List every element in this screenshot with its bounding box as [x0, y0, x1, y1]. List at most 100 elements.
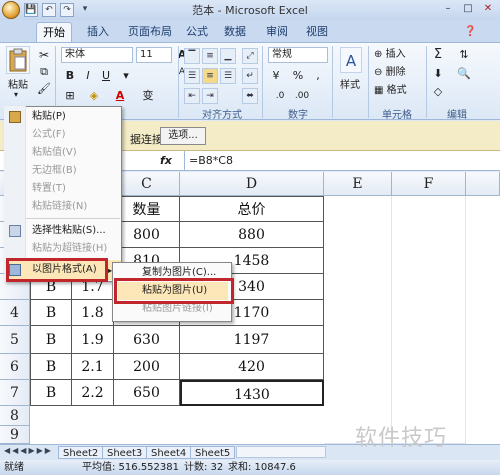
tab-data[interactable]: 数据 [220, 22, 250, 42]
row-header-5[interactable]: 5 [0, 326, 30, 354]
decrease-decimal-icon[interactable]: .00 [294, 88, 310, 104]
table-cell[interactable]: 420 [180, 354, 324, 380]
sheet-tab[interactable]: Sheet3 [102, 446, 148, 459]
format-cells-button[interactable]: ▦ 格式 [374, 84, 407, 98]
currency-button[interactable]: ¥ [268, 68, 284, 84]
table-cell[interactable]: B [30, 380, 72, 406]
number-format-combo[interactable]: 常规 [268, 47, 328, 63]
menu-item-paste-link[interactable]: 粘贴链接(N) [32, 198, 87, 216]
row-header-6[interactable]: 6 [0, 354, 30, 380]
tab-home[interactable]: 开始 [36, 22, 72, 42]
column-header-e[interactable]: E [324, 172, 392, 196]
selected-cell[interactable]: 1430 [180, 380, 324, 406]
fx-button[interactable]: fx [160, 154, 172, 167]
horizontal-scrollbar[interactable] [236, 446, 326, 458]
bold-button[interactable]: B [62, 68, 78, 84]
phonetic-button[interactable]: 变 [140, 88, 156, 104]
table-cell[interactable]: 1197 [180, 326, 324, 354]
insert-cells-button[interactable]: ⊕ 插入 [374, 48, 406, 62]
column-header-f[interactable]: F [392, 172, 466, 196]
tab-view[interactable]: 视图 [302, 22, 332, 42]
close-button[interactable]: ✕ [480, 2, 496, 16]
format-painter-icon[interactable]: 🖌 [36, 81, 52, 97]
table-cell[interactable]: 800 [114, 222, 180, 248]
empty-cells-e[interactable] [324, 196, 392, 444]
formula-input[interactable]: =B8*C8 [184, 151, 500, 171]
restore-button[interactable]: □ [460, 2, 476, 16]
tab-page-layout[interactable]: 页面布局 [122, 22, 178, 42]
table-cell[interactable]: 650 [114, 380, 180, 406]
table-cell[interactable]: 1.8 [72, 300, 114, 326]
sheet-tab[interactable]: Sheet2 [58, 446, 104, 459]
table-cell[interactable]: 630 [114, 326, 180, 354]
table-cell[interactable]: 200 [114, 354, 180, 380]
fill-color-icon[interactable]: ◈ [86, 88, 102, 104]
paste-button[interactable] [6, 46, 30, 74]
table-cell[interactable]: 2.1 [72, 354, 114, 380]
border-icon[interactable]: ⊞ [62, 88, 78, 104]
align-left-button[interactable]: ☰ [184, 68, 200, 84]
menu-item-paste-special[interactable]: 选择性粘贴(S)... [32, 222, 106, 240]
percent-button[interactable]: % [290, 68, 306, 84]
styles-icon[interactable]: A [340, 47, 362, 73]
row-header-8[interactable]: 8 [0, 406, 30, 426]
column-header-c[interactable]: C [114, 172, 180, 196]
row-header-9[interactable]: 9 [0, 426, 30, 444]
sheet-tab[interactable]: Sheet4 [146, 446, 192, 459]
font-name-combo[interactable]: 宋体 [61, 47, 133, 63]
tab-review[interactable]: 审阅 [262, 22, 292, 42]
sort-filter-icon[interactable]: ⇅ [456, 47, 472, 63]
help-icon[interactable]: ❓ [464, 26, 476, 37]
row-header-7[interactable]: 7 [0, 380, 30, 406]
align-center-button[interactable]: ≡ [202, 68, 218, 84]
delete-cells-button[interactable]: ⊖ 删除 [374, 66, 406, 80]
align-middle-button[interactable]: ≡ [202, 48, 218, 64]
column-header[interactable] [466, 172, 500, 196]
wrap-text-button[interactable]: ↵ [242, 68, 258, 84]
align-bottom-button[interactable]: ▁ [220, 48, 236, 64]
find-icon[interactable]: 🔍 [456, 66, 472, 82]
table-cell[interactable]: B [30, 326, 72, 354]
fill-icon[interactable]: ⬇ [430, 66, 446, 82]
comma-button[interactable]: , [310, 68, 326, 84]
tab-formulas[interactable]: 公式 [182, 22, 212, 42]
merge-center-button[interactable]: ⬌ [242, 88, 258, 104]
menu-item-paste-values[interactable]: 粘贴值(V) [32, 144, 77, 162]
font-size-combo[interactable]: 11 [136, 47, 172, 63]
paste-dropdown-icon[interactable]: ▾ [14, 90, 18, 99]
align-top-button[interactable]: ▔ [184, 48, 200, 64]
empty-cells-f[interactable] [392, 196, 466, 444]
table-cell[interactable]: 2.2 [72, 380, 114, 406]
menu-item-paste[interactable]: 粘贴(P) [32, 108, 66, 126]
decrease-indent-button[interactable]: ⇤ [184, 88, 200, 104]
align-right-button[interactable]: ☰ [220, 68, 236, 84]
table-cell[interactable]: B [30, 300, 72, 326]
menu-item-paste-hyperlink[interactable]: 粘贴为超链接(H) [32, 240, 107, 258]
column-header-d[interactable]: D [180, 172, 324, 196]
menu-item-transpose[interactable]: 转置(T) [32, 180, 66, 198]
increase-decimal-icon[interactable]: .0 [272, 88, 288, 104]
sheet-nav-arrows-icon[interactable]: ◀◀◀▶▶▶ [4, 446, 53, 455]
font-size-dropdown-icon[interactable]: ▾ [118, 68, 134, 84]
italic-button[interactable]: I [80, 68, 96, 84]
menu-item-no-borders[interactable]: 无边框(B) [32, 162, 77, 180]
sheet-tab[interactable]: Sheet5 [190, 446, 236, 459]
orientation-button[interactable]: ⤢ [242, 48, 258, 64]
tab-insert[interactable]: 插入 [80, 22, 116, 42]
clear-icon[interactable]: ◇ [430, 84, 446, 100]
table-cell[interactable]: 1.9 [72, 326, 114, 354]
table-cell[interactable]: B [30, 354, 72, 380]
security-options-button[interactable]: 选项... [160, 127, 206, 145]
table-header-total[interactable]: 总价 [180, 196, 324, 222]
underline-button[interactable]: U [98, 68, 114, 84]
menu-item-formulas[interactable]: 公式(F) [32, 126, 66, 144]
font-color-button[interactable]: A [112, 88, 128, 104]
table-cell[interactable]: 880 [180, 222, 324, 248]
table-header-quantity[interactable]: 数量 [114, 196, 180, 222]
row-header-4[interactable]: 4 [0, 300, 30, 326]
copy-icon[interactable]: ⧉ [36, 64, 52, 80]
cut-icon[interactable]: ✂ [36, 47, 52, 63]
increase-indent-button[interactable]: ⇥ [202, 88, 218, 104]
autosum-button[interactable]: Σ [430, 47, 446, 63]
minimize-button[interactable]: – [440, 2, 456, 16]
